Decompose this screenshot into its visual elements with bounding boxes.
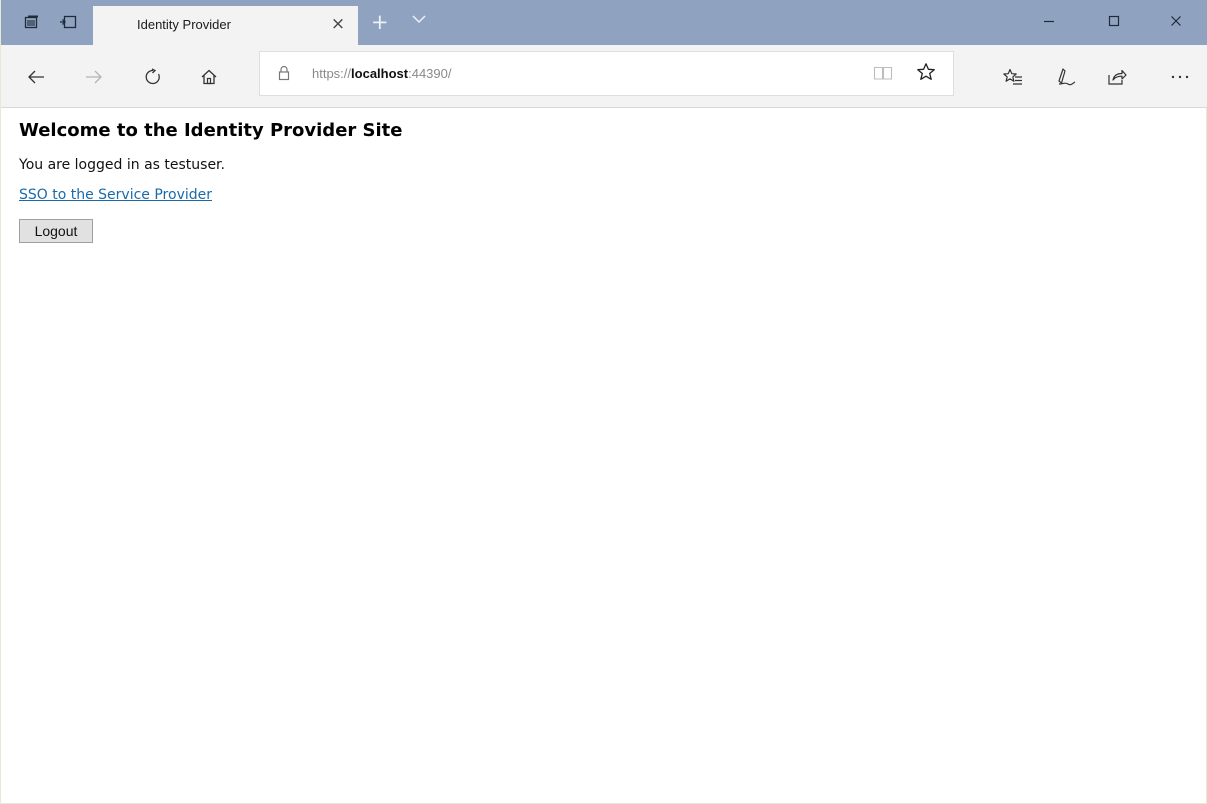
page-title: Welcome to the Identity Provider Site xyxy=(19,120,403,141)
refresh-icon[interactable] xyxy=(140,64,166,90)
back-icon[interactable] xyxy=(23,64,49,90)
browser-window: Identity Provider × + https://localhost:… xyxy=(0,0,1207,804)
set-tabs-aside-icon[interactable] xyxy=(18,8,46,36)
url-port-path: :44390/ xyxy=(408,66,452,81)
maximize-icon[interactable] xyxy=(1091,6,1137,36)
forward-icon[interactable] xyxy=(81,64,107,90)
share-icon[interactable] xyxy=(1104,64,1130,90)
minimize-icon[interactable] xyxy=(1026,6,1072,36)
active-tab[interactable]: Identity Provider × xyxy=(93,6,358,45)
lock-icon[interactable] xyxy=(277,65,291,85)
restore-tabs-icon[interactable] xyxy=(54,8,82,36)
reading-view-icon[interactable] xyxy=(873,65,893,85)
navigation-toolbar: https://localhost:44390/ xyxy=(1,45,1207,108)
favorites-hub-icon[interactable] xyxy=(1000,64,1026,90)
new-tab-button[interactable]: + xyxy=(371,10,389,34)
close-icon[interactable] xyxy=(1153,6,1199,36)
url-scheme: https:// xyxy=(312,66,352,81)
more-icon[interactable] xyxy=(1167,64,1193,90)
sso-service-provider-link[interactable]: SSO to the Service Provider xyxy=(19,187,212,203)
address-bar[interactable]: https://localhost:44390/ xyxy=(259,51,954,96)
tab-preview-chevron-icon[interactable] xyxy=(410,10,428,32)
home-icon[interactable] xyxy=(196,64,222,90)
login-status-text: You are logged in as testuser. xyxy=(19,157,225,173)
logout-button[interactable]: Logout xyxy=(19,219,93,243)
tab-title: Identity Provider xyxy=(137,17,231,32)
tab-close-icon[interactable]: × xyxy=(327,13,349,35)
notes-pen-icon[interactable] xyxy=(1052,64,1078,90)
url-text[interactable]: https://localhost:44390/ xyxy=(312,66,451,81)
tab-strip: Identity Provider × + xyxy=(1,0,1207,45)
url-host: localhost xyxy=(351,66,409,81)
favorite-star-icon[interactable] xyxy=(916,62,936,86)
